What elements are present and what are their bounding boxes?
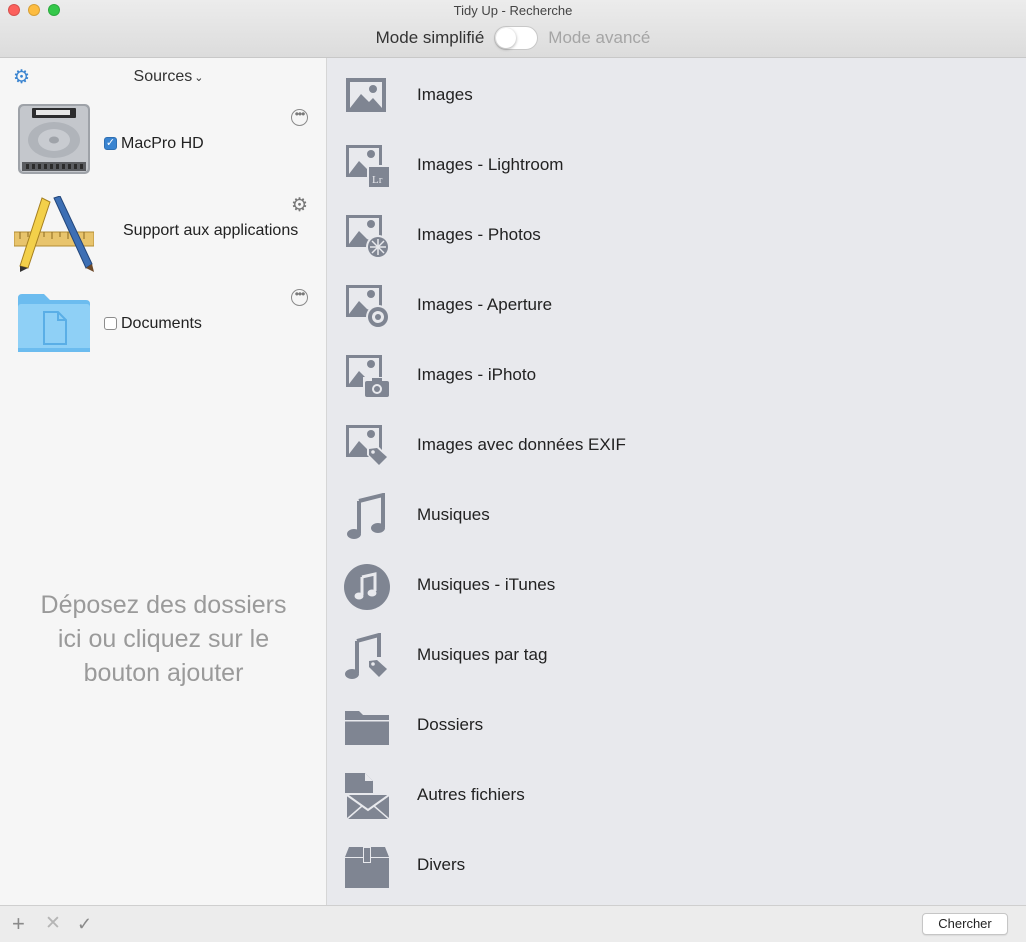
category-label: Images - iPhoto (417, 365, 537, 384)
add-icon[interactable]: + (12, 913, 25, 935)
category-label: Images (417, 85, 473, 104)
other-files-icon (345, 773, 390, 821)
checkmark-icon[interactable]: ✓ (77, 913, 92, 935)
image-iphoto-icon (346, 355, 391, 399)
image-icon (346, 78, 386, 112)
category-row[interactable]: Autres fichiers (327, 760, 1026, 830)
source-item-documents[interactable]: Documents ••• (0, 286, 327, 376)
sources-menu[interactable]: Sources ⌄ (0, 68, 327, 86)
mode-toggle[interactable] (494, 26, 539, 50)
bottom-toolbar: + ✕ ✓ Chercher (0, 905, 1026, 942)
documents-label: Documents (121, 315, 202, 332)
category-label: Images - Lightroom (417, 155, 564, 174)
more-options-icon[interactable]: ••• (291, 108, 308, 126)
category-row[interactable]: Images avec données EXIF (327, 410, 1026, 480)
category-label: Autres fichiers (417, 785, 525, 804)
folder-icon (345, 711, 389, 745)
itunes-icon (344, 564, 390, 610)
more-options-icon[interactable]: ••• (291, 288, 308, 306)
category-label: Images avec données EXIF (417, 435, 626, 454)
applications-icon (14, 196, 94, 272)
application-support-label: Support aux applications (123, 222, 299, 239)
macpro-hd-checkbox[interactable]: ✓ (104, 137, 117, 150)
image-exif-icon (346, 425, 389, 467)
music-tag-icon (345, 633, 389, 679)
category-row[interactable]: Divers (327, 830, 1026, 900)
simple-mode-label: Mode simplifié (375, 28, 485, 47)
drop-folders-hint: Déposez des dossiers ici ou cliquez sur … (40, 591, 287, 687)
advanced-mode-label: Mode avancé (548, 28, 651, 47)
category-row[interactable]: Musiques (327, 480, 1026, 550)
mode-switcher: Mode simplifié Mode avancé (0, 26, 1026, 50)
category-row[interactable]: Lr Images - Lightroom (327, 130, 1026, 200)
folder-documents-icon (18, 294, 90, 352)
category-label: Dossiers (417, 715, 484, 734)
image-photos-icon (346, 215, 390, 259)
documents-checkbox[interactable] (104, 317, 117, 330)
category-label: Images - Photos (417, 225, 541, 244)
category-row[interactable]: Images - Photos (327, 200, 1026, 270)
macpro-hd-label: MacPro HD (121, 135, 204, 152)
title-bar: Tidy Up - Recherche Mode simplifié Mode … (0, 0, 1026, 58)
category-label: Musiques - iTunes (417, 575, 556, 594)
category-row[interactable]: Images - Aperture (327, 270, 1026, 340)
category-label: Musiques par tag (417, 645, 548, 664)
category-label: Musiques (417, 505, 490, 524)
sources-header-label: Sources (133, 68, 193, 85)
music-note-icon (347, 493, 385, 539)
box-icon (345, 847, 389, 888)
sources-sidebar: ⚙ Sources ⌄ ✓ MacPro HD ••• Support aux … (0, 58, 327, 905)
source-item-macpro-hd[interactable]: ✓ MacPro HD ••• (0, 102, 327, 192)
category-list: Images Lr Images - Lightroom Images - Ph… (327, 58, 1026, 905)
image-aperture-icon (346, 285, 390, 329)
remove-icon[interactable]: ✕ (45, 913, 61, 935)
category-row[interactable]: Musiques - iTunes (327, 550, 1026, 620)
gear-icon[interactable]: ⚙ (291, 196, 308, 215)
hard-drive-icon (18, 104, 90, 174)
image-lightroom-icon: Lr (346, 145, 389, 187)
chevron-down-icon: ⌄ (194, 72, 204, 84)
category-row[interactable]: Musiques par tag (327, 620, 1026, 690)
category-label: Images - Aperture (417, 295, 553, 314)
source-item-application-support[interactable]: Support aux applications ⚙ (0, 196, 327, 286)
search-button[interactable]: Chercher (922, 913, 1008, 935)
window-title: Tidy Up - Recherche (453, 3, 573, 18)
category-label: Divers (417, 855, 466, 874)
category-row[interactable]: Images - iPhoto (327, 340, 1026, 410)
category-row[interactable]: Images (327, 60, 1026, 130)
category-row[interactable]: Dossiers (327, 690, 1026, 760)
svg-text:Lr: Lr (372, 174, 383, 186)
toggle-knob (496, 28, 517, 48)
